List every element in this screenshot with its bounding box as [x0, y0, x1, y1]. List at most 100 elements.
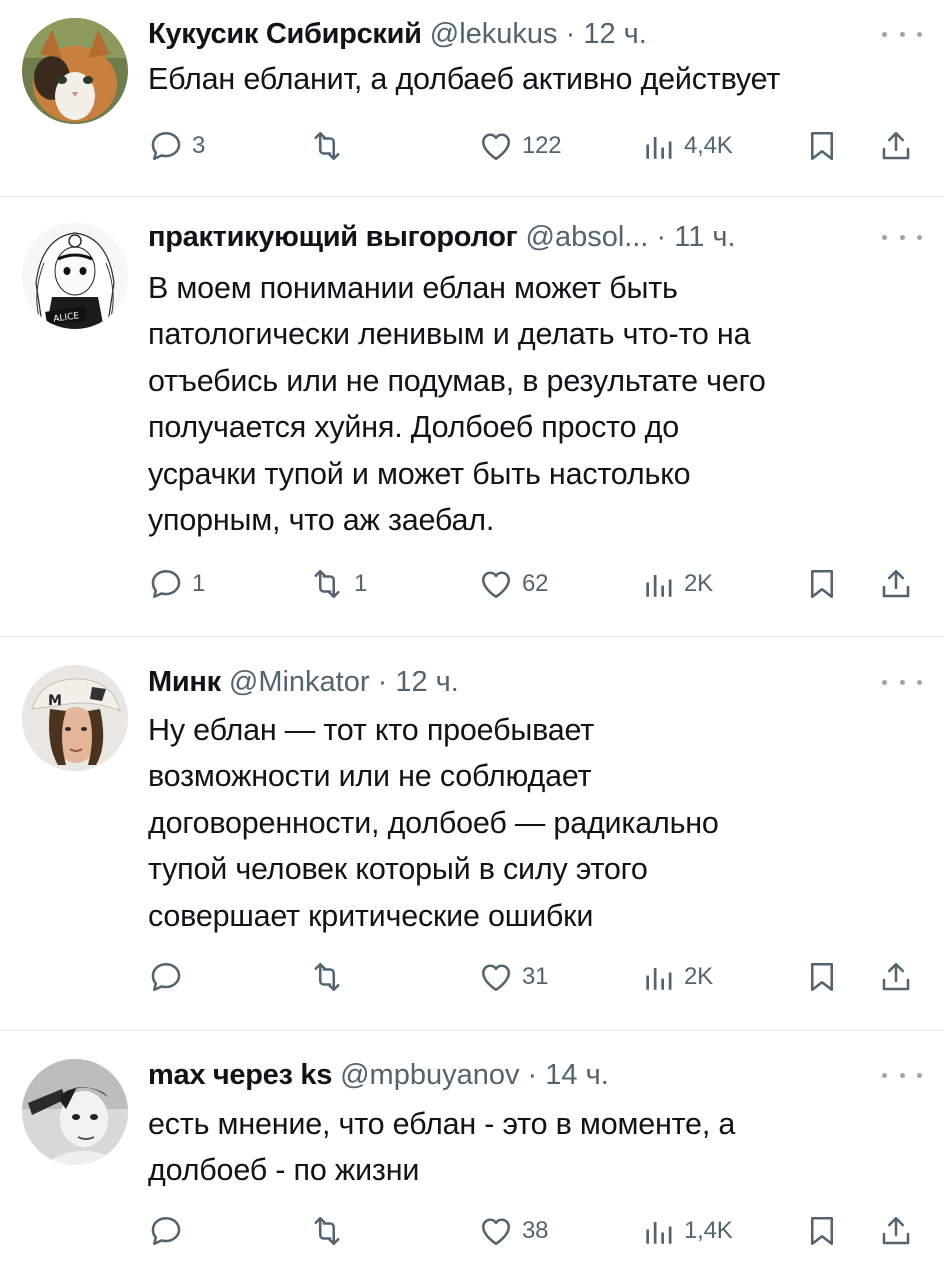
avatar[interactable] [22, 18, 128, 124]
bar-chart-icon [646, 1222, 672, 1244]
timestamp[interactable]: 12 ч. [583, 18, 646, 50]
views-count: 4,4K [684, 132, 733, 159]
bookmark-button[interactable] [804, 562, 840, 606]
timestamp[interactable]: 11 ч. [674, 221, 735, 253]
speech-bubble-icon [151, 1216, 181, 1246]
reply-button[interactable]: 3 [148, 124, 205, 168]
like-count: 122 [522, 132, 562, 159]
share-upload-icon [882, 569, 910, 598]
retweet-button[interactable] [308, 955, 354, 999]
views-count: 2K [684, 963, 713, 990]
tweet-text: Ну еблан — тот кто проебывает возможност… [148, 713, 719, 933]
bar-chart-icon [646, 137, 672, 159]
reply-count: 1 [192, 570, 206, 597]
more-options-icon[interactable] [882, 24, 922, 44]
retweet-arrows-icon [314, 962, 340, 992]
reply-button[interactable] [148, 1209, 192, 1253]
avatar[interactable]: ALICE [22, 223, 128, 329]
speech-bubble-icon [151, 131, 181, 161]
tweet-text: Еблан ебланит, а долбаеб активно действу… [148, 62, 781, 96]
action-bar: 31 2K [148, 955, 928, 999]
separator-dot: · [656, 221, 667, 253]
views-button[interactable]: 2K [640, 955, 713, 999]
retweet-button[interactable]: 1 [308, 562, 367, 606]
display-name[interactable]: Минк [148, 666, 221, 698]
tweet-header: Кукусик Сибирский @lekukus · 12 ч. [148, 14, 864, 54]
like-count: 62 [522, 570, 549, 597]
share-upload-icon [882, 131, 910, 160]
bar-chart-icon [646, 968, 672, 990]
action-bar: 38 1,4K [148, 1209, 928, 1253]
share-button[interactable] [878, 562, 914, 606]
timestamp[interactable]: 12 ч. [395, 666, 458, 698]
retweet-button[interactable] [308, 124, 354, 168]
share-button[interactable] [878, 955, 914, 999]
tweet-header: Минк @Minkator · 12 ч. [148, 662, 864, 702]
retweet-count: 1 [354, 570, 368, 597]
bookmark-icon [810, 569, 834, 599]
views-button[interactable]: 2K [640, 562, 713, 606]
share-upload-icon [882, 962, 910, 991]
speech-bubble-icon [151, 569, 181, 599]
bar-chart-icon [646, 575, 672, 597]
like-count: 38 [522, 1217, 549, 1244]
handle[interactable]: @mpbuyanov [340, 1059, 519, 1091]
bookmark-icon [810, 131, 834, 161]
bookmark-button[interactable] [804, 124, 840, 168]
handle[interactable]: @lekukus [430, 18, 558, 50]
retweet-arrows-icon [314, 1216, 340, 1246]
retweet-button[interactable] [308, 1209, 354, 1253]
like-button[interactable]: 62 [478, 562, 548, 606]
share-button[interactable] [878, 124, 914, 168]
display-name[interactable]: Кукусик Сибирский [148, 18, 422, 50]
like-button[interactable]: 122 [478, 124, 562, 168]
more-options-icon[interactable] [882, 672, 922, 692]
heart-icon [481, 964, 511, 992]
separator-dot: · [565, 18, 576, 50]
speech-bubble-icon [151, 962, 181, 992]
like-button[interactable]: 31 [478, 955, 548, 999]
tweet-text: В моем понимании еблан может быть патоло… [148, 271, 766, 538]
display-name[interactable]: max через ks [148, 1059, 332, 1091]
heart-icon [481, 1218, 511, 1246]
action-bar: 1 1 62 2K [148, 562, 928, 606]
heart-icon [481, 133, 511, 161]
views-count: 2K [684, 570, 713, 597]
reply-button[interactable] [148, 955, 192, 999]
like-button[interactable]: 38 [478, 1209, 548, 1253]
svg-text:M: M [48, 693, 62, 709]
tweet[interactable]: M Минк @Minkator · 12 ч. Ну еблан — тот … [0, 637, 944, 1030]
reply-button[interactable]: 1 [148, 562, 205, 606]
retweet-arrows-icon [314, 569, 340, 599]
share-button[interactable] [878, 1209, 914, 1253]
avatar[interactable] [22, 1059, 128, 1165]
reply-count: 3 [192, 132, 206, 159]
tweet-header: практикующий выгоролог @absol... · 11 ч. [148, 217, 864, 257]
reply-feed: Кукусик Сибирский @lekukus · 12 ч. Еблан… [0, 0, 944, 1280]
share-upload-icon [882, 1216, 910, 1245]
separator-dot: · [527, 1059, 538, 1091]
tweet[interactable]: Кукусик Сибирский @lekukus · 12 ч. Еблан… [0, 0, 944, 196]
more-options-icon[interactable] [882, 227, 922, 247]
bookmark-button[interactable] [804, 1209, 840, 1253]
heart-icon [481, 571, 511, 599]
timestamp[interactable]: 14 ч. [545, 1059, 608, 1091]
avatar[interactable]: M [22, 665, 128, 771]
action-bar: 3 122 4,4K [148, 124, 928, 168]
views-count: 1,4K [684, 1217, 733, 1244]
separator-dot: · [377, 666, 388, 698]
tweet-text: есть мнение, что еблан - это в моменте, … [148, 1107, 736, 1188]
tweet[interactable]: max через ks @mpbuyanov · 14 ч. есть мне… [0, 1031, 944, 1280]
display-name[interactable]: практикующий выгоролог [148, 221, 518, 253]
views-button[interactable]: 1,4K [640, 1209, 733, 1253]
bookmark-icon [810, 1216, 834, 1246]
handle[interactable]: @absol... [526, 221, 649, 253]
tweet[interactable]: ALICE практикующий выгоролог @absol... ·… [0, 197, 944, 636]
tweet-header: max через ks @mpbuyanov · 14 ч. [148, 1055, 864, 1095]
retweet-arrows-icon [314, 131, 340, 161]
views-button[interactable]: 4,4K [640, 124, 733, 168]
more-options-icon[interactable] [882, 1065, 922, 1085]
handle[interactable]: @Minkator [229, 666, 370, 698]
bookmark-button[interactable] [804, 955, 840, 999]
like-count: 31 [522, 963, 549, 990]
